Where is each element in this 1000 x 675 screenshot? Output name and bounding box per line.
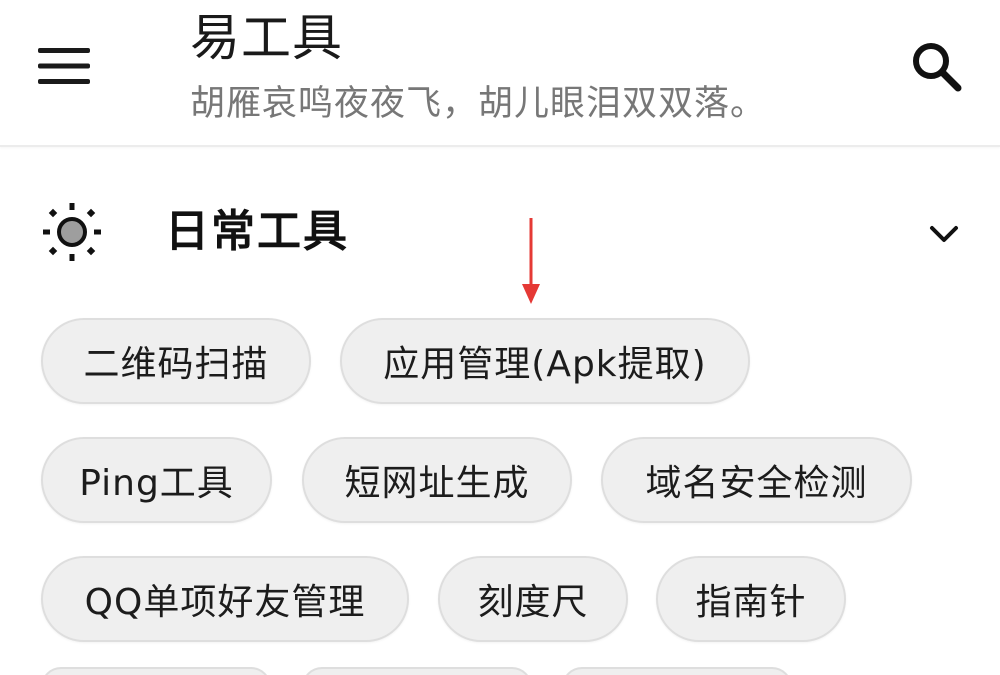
chip-qr-scan[interactable]: 二维码扫描 [41,318,311,404]
chip-app-manager[interactable]: 应用管理(Apk提取) [340,318,750,404]
app-title: 易工具 [190,9,343,67]
annotation-arrow-icon [522,218,540,304]
chip-compass[interactable]: 指南针 [656,556,846,642]
chip-qq-friend-manager[interactable]: QQ单项好友管理 [41,556,409,642]
chip-partially-visible[interactable] [302,667,532,675]
top-app-bar: 易工具 胡雁哀鸣夜夜飞，胡儿眼泪双双落。 [0,0,1000,147]
chip-partially-visible[interactable] [41,667,271,675]
chip-ping-tool[interactable]: Ping工具 [41,437,272,523]
section-header-daily-tools[interactable]: 日常工具 [0,180,1000,284]
app-subtitle: 胡雁哀鸣夜夜飞，胡儿眼泪双双落。 [190,84,767,124]
app-screen: 易工具 胡雁哀鸣夜夜飞，胡儿眼泪双双落。 日常工具 二维码扫描 应用管理(Apk… [0,0,1000,675]
menu-button[interactable] [28,34,100,98]
chip-ruler[interactable]: 刻度尺 [438,556,628,642]
chip-domain-security[interactable]: 域名安全检测 [601,437,912,523]
sun-icon [43,203,101,261]
search-button[interactable] [900,30,972,102]
chip-partially-visible[interactable] [562,667,792,675]
search-icon [913,43,962,92]
section-title: 日常工具 [165,206,349,257]
chip-short-url[interactable]: 短网址生成 [302,437,572,523]
hamburger-menu-icon [38,48,90,84]
chevron-down-icon[interactable] [922,212,966,256]
